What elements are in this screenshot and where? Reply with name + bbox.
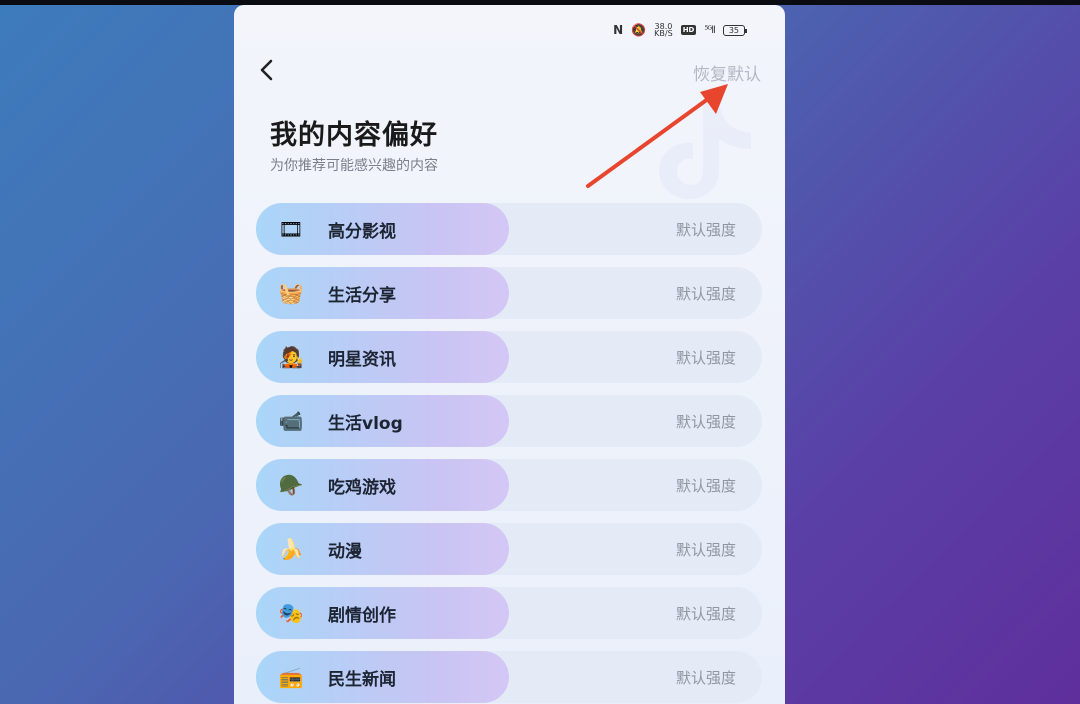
preference-pill[interactable]: 🍌 动漫: [256, 523, 509, 575]
signal-icon: ⁵ᴳll: [704, 24, 715, 36]
chevron-left-icon: [260, 59, 273, 81]
strength-selector[interactable]: 默认强度: [676, 411, 736, 432]
page-subtitle: 为你推荐可能感兴趣的内容: [270, 158, 438, 174]
preference-label: 吃鸡游戏: [328, 478, 396, 498]
film-icon: 🎞: [278, 217, 304, 241]
page-title: 我的内容偏好: [270, 120, 438, 151]
preference-pill[interactable]: 🧺 生活分享: [256, 267, 509, 319]
tiktok-logo-watermark: [659, 101, 751, 199]
share-icon: 🧺: [278, 281, 304, 305]
network-speed-unit: KB/S: [654, 29, 673, 38]
preference-row-game: 🪖 吃鸡游戏 默认强度: [256, 459, 762, 511]
preference-label: 生活vlog: [328, 414, 403, 434]
preference-label: 明星资讯: [328, 350, 396, 370]
preference-list: 🎞 高分影视 默认强度 🧺 生活分享 默认强度 🧑‍🎤 明星资讯 默认强度 📹 …: [256, 203, 762, 704]
status-bar: N 🔕 38.0 KB/S HD ⁵ᴳll 35: [613, 23, 748, 38]
mute-icon: 🔕: [631, 23, 647, 37]
preference-row-movies: 🎞 高分影视 默认强度: [256, 203, 762, 255]
preference-label: 高分影视: [328, 222, 396, 242]
helmet-icon: 🪖: [278, 473, 304, 497]
hd-icon: HD: [680, 25, 697, 35]
strength-selector[interactable]: 默认强度: [676, 347, 736, 368]
anime-icon: 🍌: [278, 537, 304, 561]
strength-selector[interactable]: 默认强度: [676, 283, 736, 304]
preference-row-drama: 🎭 剧情创作 默认强度: [256, 587, 762, 639]
preference-pill[interactable]: 🧑‍🎤 明星资讯: [256, 331, 509, 383]
preference-pill[interactable]: 📹 生活vlog: [256, 395, 509, 447]
preference-row-celebrity: 🧑‍🎤 明星资讯 默认强度: [256, 331, 762, 383]
preference-pill[interactable]: 🎭 剧情创作: [256, 587, 509, 639]
phone-screen: N 🔕 38.0 KB/S HD ⁵ᴳll 35 恢复默认 我的内容偏好 为你推…: [234, 5, 785, 704]
strength-selector[interactable]: 默认强度: [676, 475, 736, 496]
preference-row-life-share: 🧺 生活分享 默认强度: [256, 267, 762, 319]
strength-selector[interactable]: 默认强度: [676, 219, 736, 240]
news-icon: 📻: [278, 665, 304, 689]
battery-icon: 35: [722, 24, 748, 36]
preference-label: 动漫: [328, 542, 362, 562]
strength-selector[interactable]: 默认强度: [676, 667, 736, 688]
nfc-icon: N: [613, 23, 624, 37]
camera-icon: 📹: [278, 409, 304, 433]
preference-label: 民生新闻: [328, 670, 396, 690]
preference-pill[interactable]: 🪖 吃鸡游戏: [256, 459, 509, 511]
restore-default-button[interactable]: 恢复默认: [693, 60, 761, 85]
strength-selector[interactable]: 默认强度: [676, 603, 736, 624]
drama-icon: 🎭: [278, 601, 304, 625]
preference-label: 剧情创作: [328, 606, 396, 626]
preference-label: 生活分享: [328, 286, 396, 306]
preference-row-anime: 🍌 动漫 默认强度: [256, 523, 762, 575]
strength-selector[interactable]: 默认强度: [676, 539, 736, 560]
preference-row-news: 📻 民生新闻 默认强度: [256, 651, 762, 703]
preference-pill[interactable]: 🎞 高分影视: [256, 203, 509, 255]
star-person-icon: 🧑‍🎤: [278, 345, 304, 369]
back-button[interactable]: [256, 57, 278, 83]
preference-row-vlog: 📹 生活vlog 默认强度: [256, 395, 762, 447]
preference-pill[interactable]: 📻 民生新闻: [256, 651, 509, 703]
network-speed: 38.0 KB/S: [654, 23, 673, 38]
